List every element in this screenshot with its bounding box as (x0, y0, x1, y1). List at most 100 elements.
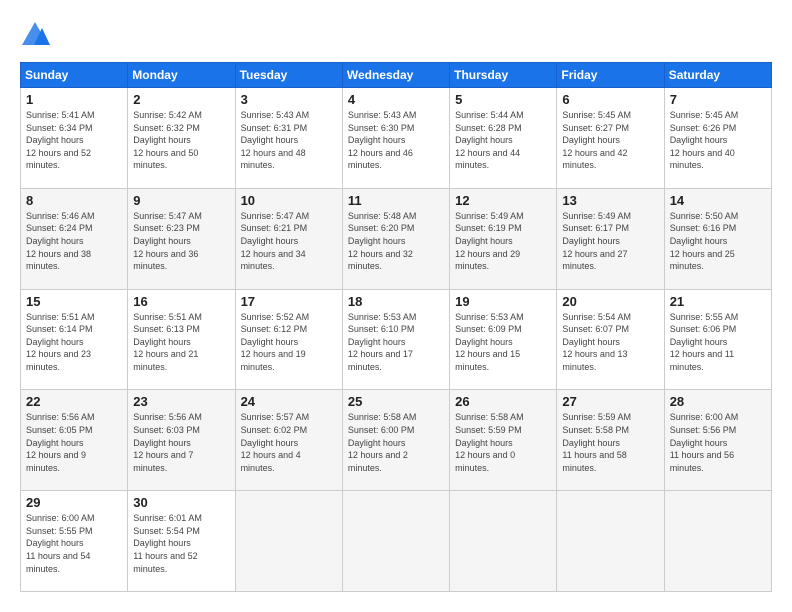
calendar-cell: 18 Sunrise: 5:53 AM Sunset: 6:10 PM Dayl… (342, 289, 449, 390)
day-number: 21 (670, 294, 766, 309)
calendar-cell: 14 Sunrise: 5:50 AM Sunset: 6:16 PM Dayl… (664, 188, 771, 289)
calendar-cell (664, 491, 771, 592)
calendar-cell: 24 Sunrise: 5:57 AM Sunset: 6:02 PM Dayl… (235, 390, 342, 491)
day-number: 22 (26, 394, 122, 409)
calendar-cell: 26 Sunrise: 5:58 AM Sunset: 5:59 PM Dayl… (450, 390, 557, 491)
day-number: 27 (562, 394, 658, 409)
day-number: 28 (670, 394, 766, 409)
calendar-cell: 3 Sunrise: 5:43 AM Sunset: 6:31 PM Dayli… (235, 88, 342, 189)
calendar-cell: 13 Sunrise: 5:49 AM Sunset: 6:17 PM Dayl… (557, 188, 664, 289)
calendar-header-row: Sunday Monday Tuesday Wednesday Thursday… (21, 63, 772, 88)
page: Sunday Monday Tuesday Wednesday Thursday… (0, 0, 792, 612)
day-number: 7 (670, 92, 766, 107)
day-info: Sunrise: 6:01 AM Sunset: 5:54 PM Dayligh… (133, 512, 229, 575)
calendar-cell: 29 Sunrise: 6:00 AM Sunset: 5:55 PM Dayl… (21, 491, 128, 592)
col-sunday: Sunday (21, 63, 128, 88)
calendar-cell (342, 491, 449, 592)
day-info: Sunrise: 5:56 AM Sunset: 6:03 PM Dayligh… (133, 411, 229, 474)
day-number: 1 (26, 92, 122, 107)
calendar-cell: 9 Sunrise: 5:47 AM Sunset: 6:23 PM Dayli… (128, 188, 235, 289)
day-info: Sunrise: 5:45 AM Sunset: 6:27 PM Dayligh… (562, 109, 658, 172)
day-number: 3 (241, 92, 337, 107)
day-number: 9 (133, 193, 229, 208)
day-number: 29 (26, 495, 122, 510)
day-number: 2 (133, 92, 229, 107)
calendar-cell: 8 Sunrise: 5:46 AM Sunset: 6:24 PM Dayli… (21, 188, 128, 289)
calendar-cell: 20 Sunrise: 5:54 AM Sunset: 6:07 PM Dayl… (557, 289, 664, 390)
col-monday: Monday (128, 63, 235, 88)
calendar-cell: 23 Sunrise: 5:56 AM Sunset: 6:03 PM Dayl… (128, 390, 235, 491)
day-info: Sunrise: 5:58 AM Sunset: 6:00 PM Dayligh… (348, 411, 444, 474)
day-info: Sunrise: 5:43 AM Sunset: 6:31 PM Dayligh… (241, 109, 337, 172)
calendar-row: 29 Sunrise: 6:00 AM Sunset: 5:55 PM Dayl… (21, 491, 772, 592)
day-info: Sunrise: 5:53 AM Sunset: 6:09 PM Dayligh… (455, 311, 551, 374)
day-number: 16 (133, 294, 229, 309)
day-number: 10 (241, 193, 337, 208)
calendar-cell: 5 Sunrise: 5:44 AM Sunset: 6:28 PM Dayli… (450, 88, 557, 189)
day-number: 26 (455, 394, 551, 409)
calendar-cell: 11 Sunrise: 5:48 AM Sunset: 6:20 PM Dayl… (342, 188, 449, 289)
calendar-row: 22 Sunrise: 5:56 AM Sunset: 6:05 PM Dayl… (21, 390, 772, 491)
day-number: 19 (455, 294, 551, 309)
day-number: 25 (348, 394, 444, 409)
logo (20, 20, 56, 50)
day-number: 11 (348, 193, 444, 208)
day-info: Sunrise: 5:48 AM Sunset: 6:20 PM Dayligh… (348, 210, 444, 273)
calendar: Sunday Monday Tuesday Wednesday Thursday… (20, 62, 772, 592)
day-info: Sunrise: 5:53 AM Sunset: 6:10 PM Dayligh… (348, 311, 444, 374)
col-thursday: Thursday (450, 63, 557, 88)
calendar-cell: 30 Sunrise: 6:01 AM Sunset: 5:54 PM Dayl… (128, 491, 235, 592)
calendar-cell (235, 491, 342, 592)
calendar-cell: 10 Sunrise: 5:47 AM Sunset: 6:21 PM Dayl… (235, 188, 342, 289)
calendar-cell: 17 Sunrise: 5:52 AM Sunset: 6:12 PM Dayl… (235, 289, 342, 390)
day-number: 13 (562, 193, 658, 208)
day-info: Sunrise: 5:49 AM Sunset: 6:17 PM Dayligh… (562, 210, 658, 273)
day-info: Sunrise: 5:49 AM Sunset: 6:19 PM Dayligh… (455, 210, 551, 273)
day-info: Sunrise: 5:52 AM Sunset: 6:12 PM Dayligh… (241, 311, 337, 374)
col-tuesday: Tuesday (235, 63, 342, 88)
calendar-row: 8 Sunrise: 5:46 AM Sunset: 6:24 PM Dayli… (21, 188, 772, 289)
day-info: Sunrise: 5:44 AM Sunset: 6:28 PM Dayligh… (455, 109, 551, 172)
col-friday: Friday (557, 63, 664, 88)
calendar-cell: 28 Sunrise: 6:00 AM Sunset: 5:56 PM Dayl… (664, 390, 771, 491)
calendar-cell: 6 Sunrise: 5:45 AM Sunset: 6:27 PM Dayli… (557, 88, 664, 189)
calendar-cell: 4 Sunrise: 5:43 AM Sunset: 6:30 PM Dayli… (342, 88, 449, 189)
day-info: Sunrise: 5:50 AM Sunset: 6:16 PM Dayligh… (670, 210, 766, 273)
day-number: 6 (562, 92, 658, 107)
calendar-cell: 7 Sunrise: 5:45 AM Sunset: 6:26 PM Dayli… (664, 88, 771, 189)
calendar-cell: 16 Sunrise: 5:51 AM Sunset: 6:13 PM Dayl… (128, 289, 235, 390)
calendar-cell: 19 Sunrise: 5:53 AM Sunset: 6:09 PM Dayl… (450, 289, 557, 390)
day-info: Sunrise: 5:47 AM Sunset: 6:23 PM Dayligh… (133, 210, 229, 273)
day-number: 20 (562, 294, 658, 309)
calendar-cell: 25 Sunrise: 5:58 AM Sunset: 6:00 PM Dayl… (342, 390, 449, 491)
day-info: Sunrise: 5:41 AM Sunset: 6:34 PM Dayligh… (26, 109, 122, 172)
calendar-cell: 12 Sunrise: 5:49 AM Sunset: 6:19 PM Dayl… (450, 188, 557, 289)
calendar-cell: 1 Sunrise: 5:41 AM Sunset: 6:34 PM Dayli… (21, 88, 128, 189)
day-info: Sunrise: 6:00 AM Sunset: 5:56 PM Dayligh… (670, 411, 766, 474)
calendar-row: 15 Sunrise: 5:51 AM Sunset: 6:14 PM Dayl… (21, 289, 772, 390)
calendar-cell: 27 Sunrise: 5:59 AM Sunset: 5:58 PM Dayl… (557, 390, 664, 491)
day-info: Sunrise: 5:46 AM Sunset: 6:24 PM Dayligh… (26, 210, 122, 273)
day-info: Sunrise: 5:57 AM Sunset: 6:02 PM Dayligh… (241, 411, 337, 474)
logo-icon (20, 20, 50, 50)
day-number: 14 (670, 193, 766, 208)
day-info: Sunrise: 5:55 AM Sunset: 6:06 PM Dayligh… (670, 311, 766, 374)
day-number: 30 (133, 495, 229, 510)
day-info: Sunrise: 6:00 AM Sunset: 5:55 PM Dayligh… (26, 512, 122, 575)
day-number: 5 (455, 92, 551, 107)
day-info: Sunrise: 5:42 AM Sunset: 6:32 PM Dayligh… (133, 109, 229, 172)
day-number: 8 (26, 193, 122, 208)
calendar-cell (450, 491, 557, 592)
calendar-cell: 21 Sunrise: 5:55 AM Sunset: 6:06 PM Dayl… (664, 289, 771, 390)
day-info: Sunrise: 5:56 AM Sunset: 6:05 PM Dayligh… (26, 411, 122, 474)
day-number: 18 (348, 294, 444, 309)
day-info: Sunrise: 5:51 AM Sunset: 6:13 PM Dayligh… (133, 311, 229, 374)
day-info: Sunrise: 5:43 AM Sunset: 6:30 PM Dayligh… (348, 109, 444, 172)
day-number: 24 (241, 394, 337, 409)
calendar-cell: 15 Sunrise: 5:51 AM Sunset: 6:14 PM Dayl… (21, 289, 128, 390)
day-number: 23 (133, 394, 229, 409)
day-info: Sunrise: 5:58 AM Sunset: 5:59 PM Dayligh… (455, 411, 551, 474)
calendar-cell: 22 Sunrise: 5:56 AM Sunset: 6:05 PM Dayl… (21, 390, 128, 491)
calendar-cell: 2 Sunrise: 5:42 AM Sunset: 6:32 PM Dayli… (128, 88, 235, 189)
day-info: Sunrise: 5:59 AM Sunset: 5:58 PM Dayligh… (562, 411, 658, 474)
